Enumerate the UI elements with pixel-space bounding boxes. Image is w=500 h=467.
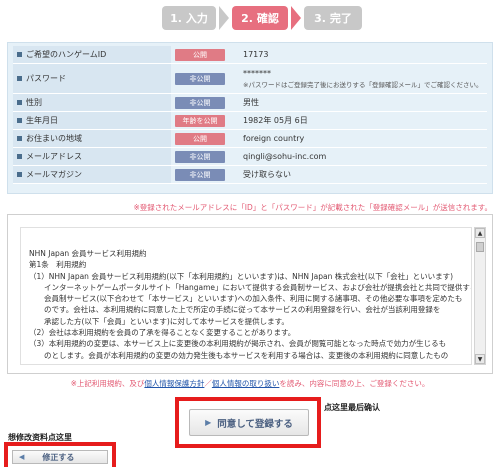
- info-label: お住まいの地域: [26, 134, 82, 143]
- info-row-email: メールアドレス 非公開 qingli@sohu-inc.com: [13, 148, 487, 166]
- agree-register-button[interactable]: ▶ 同意して登録する: [189, 409, 309, 436]
- password-note: ※パスワードはご登録完了後にお送りする「登録確認メール」でご確認ください。: [243, 80, 483, 89]
- bullet-icon: [17, 100, 22, 105]
- bullet-icon: [17, 154, 22, 159]
- info-label: メールアドレス: [26, 152, 82, 161]
- info-value: 1982年 05月 6日: [243, 116, 308, 125]
- terms-panel: NHN Japan 会員サービス利用規約 第1条 利用規約 （1）NHN Jap…: [7, 214, 493, 374]
- terms-line: （2）会社は本利用規約を会員の了承を得ることなく変更することがあります。: [29, 328, 296, 338]
- back-icon: ◀: [19, 453, 25, 461]
- terms-scrollbar[interactable]: ▲ ▼: [474, 227, 486, 365]
- bullet-icon: [17, 172, 22, 177]
- visibility-badge: 非公開: [175, 96, 225, 109]
- annotation-confirm: 点这里最后确认: [324, 403, 380, 412]
- visibility-badge: 公開: [175, 132, 225, 145]
- edit-highlight: ◀ 修正する: [4, 442, 116, 467]
- info-label: パスワード: [26, 74, 66, 83]
- step-indicator: 1. 入力 2. 確認 3. 完了: [162, 6, 362, 30]
- terms-line: のとします。会員が本利用規約の変更の効力発生後も本サービスを利用する場合は、変更…: [29, 350, 449, 360]
- bullet-icon: [17, 52, 22, 57]
- info-row-password: パスワード 非公開 ******* ※パスワードはご登録完了後にお送りする「登録…: [13, 64, 487, 94]
- bullet-icon: [17, 76, 22, 81]
- visibility-badge: 年齢を公開: [175, 114, 225, 127]
- info-value: 17173: [243, 50, 269, 59]
- info-row-region: お住まいの地域 公開 foreign country: [13, 130, 487, 148]
- info-label: 性別: [26, 98, 42, 107]
- edit-button[interactable]: ◀ 修正する: [12, 450, 108, 464]
- info-value: 受け取らない: [243, 170, 291, 179]
- terms-line: 会員制サービス(以下合わせて「本サービス」といいます)への加入条件、利用に関する…: [29, 294, 463, 304]
- info-label: ご希望のハンゲームID: [26, 50, 107, 59]
- step-arrow: [291, 6, 301, 30]
- terms-line: （1）NHN Japan 会員サービス利用規約(以下「本利用規約」といいます)は…: [29, 271, 454, 281]
- info-row-id: ご希望のハンゲームID 公開 17173: [13, 46, 487, 64]
- info-value: qingli@sohu-inc.com: [243, 152, 327, 161]
- step-confirm: 2. 確認: [232, 6, 288, 30]
- scroll-up-icon[interactable]: ▲: [475, 228, 485, 238]
- play-icon: ▶: [205, 418, 212, 427]
- personal-info-link[interactable]: 個人情報の取り扱い: [212, 379, 280, 388]
- terms-line: NHN Japan 会員サービス利用規約: [29, 249, 147, 258]
- registration-info-table: ご希望のハンゲームID 公開 17173 パスワード 非公開 ******* ※…: [7, 42, 493, 194]
- terms-line: のです。会社は、本利用規約に同意した上で所定の手続に従って本サービスの利用登録を…: [29, 305, 441, 315]
- step-input: 1. 入力: [162, 6, 216, 30]
- info-row-gender: 性別 非公開 男性: [13, 94, 487, 112]
- info-value: foreign country: [243, 134, 305, 143]
- terms-line: 承認した方(以下「会員」といいます)に対して本サービスを提供します。: [29, 316, 289, 326]
- terms-line: 第1条 利用規約: [29, 260, 87, 270]
- visibility-badge: 非公開: [175, 150, 225, 163]
- terms-line: （3）本利用規約の変更は、本サービス上に変更後の本利用規約が掲示され、会員が閲覧…: [29, 339, 447, 349]
- scroll-down-icon[interactable]: ▼: [475, 354, 485, 364]
- visibility-badge: 非公開: [175, 168, 225, 181]
- visibility-badge: 公開: [175, 48, 225, 61]
- bullet-icon: [17, 136, 22, 141]
- agree-highlight: ▶ 同意して登録する: [175, 397, 321, 448]
- info-label: 生年月日: [26, 116, 58, 125]
- bullet-icon: [17, 118, 22, 123]
- consent-notice: ※上記利用規約、及び個人情報保護方針／個人情報の取り扱いを読み、内容に同意の上、…: [70, 379, 430, 388]
- email-notice: ※登録されたメールアドレスに「ID」と「パスワード」が記載された「登録確認メール…: [133, 203, 492, 212]
- info-value: *******: [243, 68, 271, 78]
- privacy-policy-link[interactable]: 個人情報保護方針: [144, 379, 204, 388]
- terms-line: インターネットゲームポータルサイト「Hangame」において提供する会員制サービ…: [29, 282, 472, 292]
- info-row-newsletter: メールマガジン 非公開 受け取らない: [13, 166, 487, 184]
- info-value: 男性: [243, 98, 259, 107]
- step-complete: 3. 完了: [304, 6, 362, 30]
- scroll-thumb[interactable]: [476, 242, 484, 252]
- info-label: メールマガジン: [26, 170, 82, 179]
- terms-textarea[interactable]: NHN Japan 会員サービス利用規約 第1条 利用規約 （1）NHN Jap…: [20, 227, 472, 365]
- step-arrow: [219, 6, 229, 30]
- info-row-birthday: 生年月日 年齢を公開 1982年 05月 6日: [13, 112, 487, 130]
- visibility-badge: 非公開: [175, 72, 225, 85]
